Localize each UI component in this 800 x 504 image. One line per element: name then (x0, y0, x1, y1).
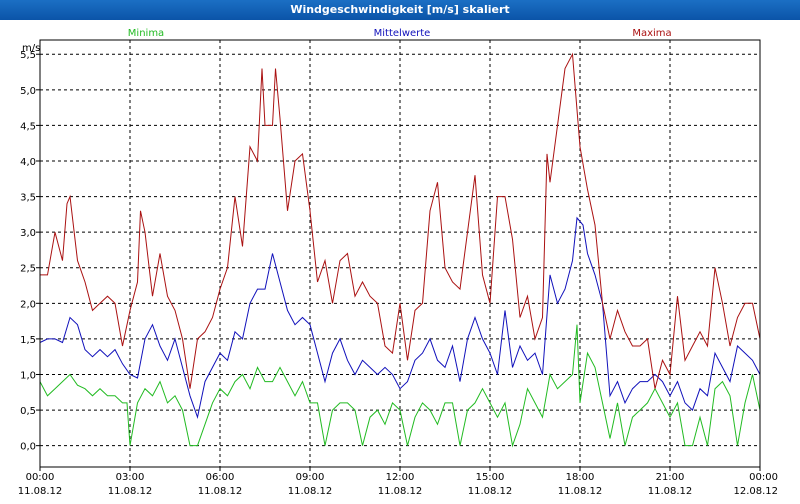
grid-lines (40, 40, 760, 467)
x-tick-date-label: 11.08.12 (18, 486, 63, 497)
window-title: Windgeschwindigkeit [m/s] skaliert (290, 3, 510, 16)
legend-entry-mittelwerte: Mittelwerte (374, 28, 431, 39)
y-tick-label: 3,5 (20, 193, 36, 204)
window-title-bar: Windgeschwindigkeit [m/s] skaliert (0, 0, 800, 20)
chart-area: 0,0 0,5 1,0 1,5 2,0 2,5 3,0 3,5 4,0 4,5 5,0 5,5 00:… (0, 20, 800, 500)
x-tick-date-label: 11.08.12 (468, 486, 513, 497)
y-tick-label: 1,0 (20, 370, 36, 381)
y-tick-label: 4,5 (20, 121, 36, 132)
x-tick-time-label: 00:00 (749, 472, 778, 483)
y-tick-label: 5,0 (20, 86, 36, 97)
y-tick-label: 0,0 (20, 442, 36, 453)
y-tick-label: 2,0 (20, 299, 36, 310)
wind-speed-chart: 0,00,51,01,52,02,53,03,54,04,55,05,5 00:… (18, 28, 778, 497)
x-tick-date-label: 11.08.12 (648, 486, 693, 497)
x-tick-date-label: 12.08.12 (733, 486, 778, 497)
x-tick-date-label: 11.08.12 (108, 486, 153, 497)
y-axis-label: m/s (22, 43, 40, 54)
legend-entry-maxima: Maxima (632, 28, 671, 39)
legend: Minima Mittelwerte Maxima (128, 28, 672, 39)
x-tick-time-label: 21:00 (656, 472, 685, 483)
x-axis-ticks: 00:00 11.08.12 03:00 11.08.12 06:00 11.08.12 0… (18, 467, 778, 497)
x-tick-date-label: 11.08.12 (558, 486, 603, 497)
legend-entry-minima: Minima (128, 28, 164, 39)
x-tick-date-label: 11.08.12 (288, 486, 333, 497)
x-tick-time-label: 00:00 (26, 472, 55, 483)
y-tick-label: 2,5 (20, 264, 36, 275)
y-tick-label: 0,5 (20, 406, 36, 417)
x-tick-time-label: 18:00 (566, 472, 595, 483)
x-tick-time-label: 15:00 (476, 472, 505, 483)
x-tick-time-label: 12:00 (386, 472, 415, 483)
y-tick-label: 3,0 (20, 228, 36, 239)
x-tick-date-label: 11.08.12 (198, 486, 243, 497)
chart-window: Windgeschwindigkeit [m/s] skaliert 0,0 0,… (0, 0, 800, 500)
y-tick-label: 1,5 (20, 335, 36, 346)
y-tick-label: 4,0 (20, 157, 36, 168)
x-tick-time-label: 06:00 (206, 472, 235, 483)
x-tick-time-label: 03:00 (116, 472, 145, 483)
x-tick-time-label: 09:00 (296, 472, 325, 483)
y-axis-ticks: 0,00,51,01,52,02,53,03,54,04,55,05,5 (20, 50, 40, 453)
x-tick-date-label: 11.08.12 (378, 486, 423, 497)
